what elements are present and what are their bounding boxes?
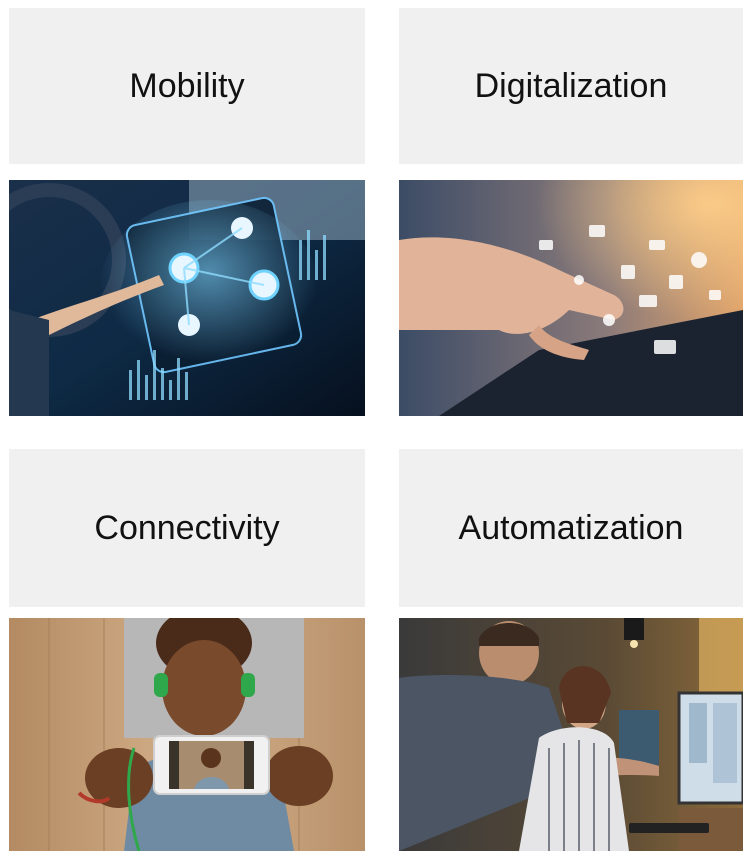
tile-label-connectivity[interactable]: Connectivity bbox=[9, 449, 365, 607]
digitalization-image[interactable] bbox=[399, 180, 743, 416]
tile-label-automatization[interactable]: Automatization bbox=[399, 449, 743, 607]
connectivity-image[interactable] bbox=[9, 618, 365, 851]
tile-label-mobility[interactable]: Mobility bbox=[9, 8, 365, 164]
mobility-image[interactable] bbox=[9, 180, 365, 416]
automatization-image[interactable] bbox=[399, 618, 743, 851]
tile-label-digitalization[interactable]: Digitalization bbox=[399, 8, 743, 164]
